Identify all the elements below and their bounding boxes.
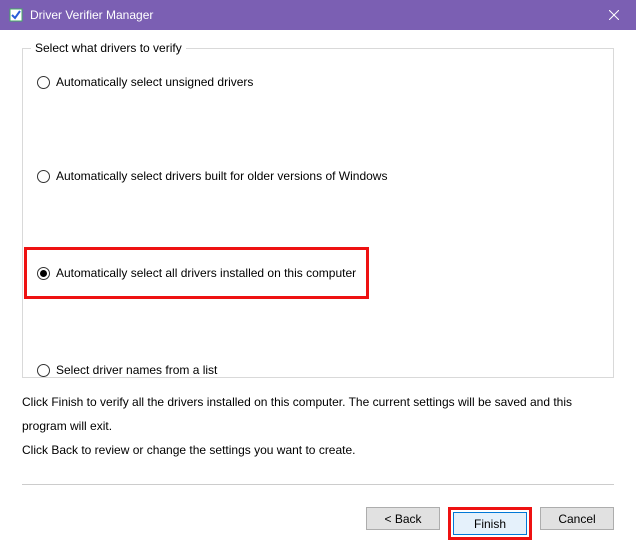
- radio-label: Automatically select drivers built for o…: [56, 169, 387, 183]
- group-legend: Select what drivers to verify: [31, 41, 186, 55]
- driver-select-group: Select what drivers to verify Automatica…: [22, 48, 614, 378]
- radio-from-list[interactable]: Select driver names from a list: [37, 361, 599, 379]
- radio-icon: [37, 170, 50, 183]
- divider: [22, 484, 614, 485]
- content-area: Select what drivers to verify Automatica…: [0, 30, 636, 507]
- radio-label: Automatically select unsigned drivers: [56, 75, 253, 89]
- radio-all-installed-drivers[interactable]: Automatically select all drivers install…: [37, 264, 356, 282]
- finish-button[interactable]: Finish: [453, 512, 527, 535]
- radio-unsigned-drivers[interactable]: Automatically select unsigned drivers: [37, 73, 599, 91]
- radio-label: Automatically select all drivers install…: [56, 266, 356, 280]
- radio-icon: [37, 267, 50, 280]
- close-button[interactable]: [591, 0, 636, 30]
- radio-label: Select driver names from a list: [56, 363, 217, 377]
- radio-older-windows-drivers[interactable]: Automatically select drivers built for o…: [37, 167, 599, 185]
- instructions-line-1: Click Finish to verify all the drivers i…: [22, 390, 614, 438]
- instructions-line-2: Click Back to review or change the setti…: [22, 438, 614, 462]
- radio-icon: [37, 76, 50, 89]
- highlight-annotation: Automatically select all drivers install…: [24, 247, 369, 299]
- radio-icon: [37, 364, 50, 377]
- highlight-annotation: Finish: [448, 507, 532, 540]
- cancel-button[interactable]: Cancel: [540, 507, 614, 530]
- app-icon: [8, 7, 24, 23]
- back-button[interactable]: < Back: [366, 507, 440, 530]
- titlebar: Driver Verifier Manager: [0, 0, 636, 30]
- button-row: < Back Finish Cancel: [0, 507, 636, 554]
- window-title: Driver Verifier Manager: [30, 8, 591, 22]
- instructions-text: Click Finish to verify all the drivers i…: [22, 390, 614, 462]
